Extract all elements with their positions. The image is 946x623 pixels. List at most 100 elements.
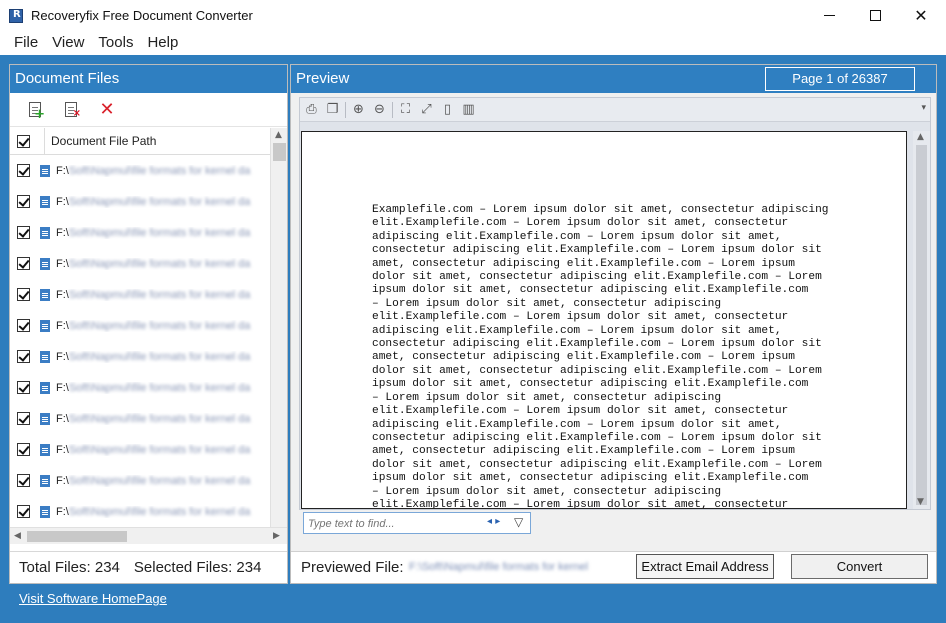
scroll-right-icon[interactable]: ▶: [273, 531, 280, 541]
preview-vertical-scrollbar[interactable]: ▲ ▼: [913, 131, 930, 509]
document-file-icon: [40, 257, 50, 270]
document-file-icon: [40, 474, 50, 487]
find-options-icon[interactable]: ▽: [514, 515, 523, 529]
file-row[interactable]: F:\Soft\Napmul\file formats for kernel d…: [10, 372, 270, 403]
copy-icon[interactable]: ❐: [324, 101, 341, 118]
file-checkbox[interactable]: [17, 474, 30, 487]
column-header-file-path[interactable]: Document File Path: [44, 127, 156, 155]
file-checkbox[interactable]: [17, 412, 30, 425]
select-all-checkbox[interactable]: [17, 134, 30, 148]
preview-page-text: Examplefile.com – Lorem ipsum dolor sit …: [372, 204, 829, 509]
file-row[interactable]: F:\Soft\Napmul\file formats for kernel d…: [10, 341, 270, 372]
clear-all-button[interactable]: ✕: [96, 99, 118, 121]
preview-scroll-thumb[interactable]: [916, 145, 927, 505]
remove-document-button[interactable]: ×: [60, 99, 82, 121]
menu-file[interactable]: File: [0, 32, 45, 54]
file-list-header: Document File Path: [10, 127, 270, 155]
single-page-icon[interactable]: ▯: [439, 101, 456, 118]
add-document-button[interactable]: +: [24, 99, 46, 121]
file-checkbox[interactable]: [17, 195, 30, 208]
document-files-title: Document Files: [10, 65, 287, 93]
file-path: F:\Soft\Napmul\file formats for kernel d…: [56, 381, 251, 394]
document-file-icon: [40, 412, 50, 425]
zoom-out-icon[interactable]: ⊖: [371, 101, 388, 118]
file-list-vertical-scrollbar[interactable]: ▲: [270, 128, 287, 530]
file-row[interactable]: F:\Soft\Napmul\file formats for kernel d…: [10, 465, 270, 496]
file-checkbox[interactable]: [17, 288, 30, 301]
file-path: F:\Soft\Napmul\file formats for kernel d…: [56, 226, 251, 239]
file-row[interactable]: F:\Soft\Napmul\file formats for kernel d…: [10, 434, 270, 465]
menu-help[interactable]: Help: [140, 32, 185, 54]
viewer-toolbar: ⎙ ❐ ⊕ ⊖ ⛶ ⤢ ▯ ▥ ▾: [300, 98, 930, 122]
file-row[interactable]: F:\Soft\Napmul\file formats for kernel d…: [10, 403, 270, 434]
clear-all-icon: ✕: [99, 99, 115, 120]
file-row[interactable]: F:\Soft\Napmul\file formats for kernel d…: [10, 155, 270, 186]
fit-page-icon[interactable]: ⛶: [397, 101, 414, 118]
visit-homepage-link[interactable]: Visit Software HomePage: [19, 591, 167, 606]
document-file-icon: [40, 195, 50, 208]
file-checkbox[interactable]: [17, 505, 30, 518]
document-file-icon: [40, 288, 50, 301]
previewed-file-label: Previewed File:: [301, 559, 404, 576]
find-prev-next-icon[interactable]: ◂ ▸: [487, 516, 500, 527]
file-path: F:\Soft\Napmul\file formats for kernel d…: [56, 195, 251, 208]
close-button[interactable]: ✕: [898, 0, 944, 31]
preview-title: Preview: [296, 70, 350, 87]
file-list-horizontal-scrollbar[interactable]: ◀ ▶: [10, 527, 287, 544]
menu-view[interactable]: View: [45, 32, 91, 54]
document-file-icon: [40, 164, 50, 177]
file-row[interactable]: F:\Soft\Napmul\file formats for kernel d…: [10, 217, 270, 248]
file-checkbox[interactable]: [17, 226, 30, 239]
file-checkbox[interactable]: [17, 319, 30, 332]
minimize-button[interactable]: [806, 0, 852, 31]
file-row[interactable]: F:\Soft\Napmul\file formats for kernel d…: [10, 279, 270, 310]
preview-footer: Previewed File: F:\Soft\Napmul\file form…: [291, 551, 936, 583]
find-text-input[interactable]: [308, 515, 483, 532]
file-path: F:\Soft\Napmul\file formats for kernel d…: [56, 412, 251, 425]
print-icon[interactable]: ⎙: [303, 101, 320, 118]
file-checkbox[interactable]: [17, 350, 30, 363]
menu-bar: File View Tools Help: [0, 32, 946, 54]
convert-button[interactable]: Convert: [791, 554, 928, 579]
selected-files-count: Selected Files: 234: [133, 559, 262, 576]
file-path: F:\Soft\Napmul\file formats for kernel d…: [56, 443, 251, 456]
file-row[interactable]: F:\Soft\Napmul\file formats for kernel d…: [10, 496, 270, 527]
file-checkbox[interactable]: [17, 257, 30, 270]
scroll-thumb[interactable]: [273, 143, 286, 161]
scroll-up-icon[interactable]: ▲: [275, 130, 282, 140]
page-indicator: Page 1 of 26387: [765, 67, 915, 91]
preview-scroll-up-icon[interactable]: ▲: [917, 132, 924, 142]
file-list: Document File Path F:\Soft\Napmul\file f…: [10, 127, 287, 595]
file-path: F:\Soft\Napmul\file formats for kernel d…: [56, 257, 251, 270]
preview-page: Examplefile.com – Lorem ipsum dolor sit …: [301, 131, 907, 509]
file-checkbox[interactable]: [17, 164, 30, 177]
menu-tools[interactable]: Tools: [91, 32, 140, 54]
expand-icon[interactable]: ⤢: [418, 101, 435, 118]
minimize-icon: [823, 15, 835, 16]
file-path: F:\Soft\Napmul\file formats for kernel d…: [56, 505, 251, 518]
zoom-in-icon[interactable]: ⊕: [350, 101, 367, 118]
two-page-icon[interactable]: ▥: [460, 101, 477, 118]
find-bar: ◂ ▸ ▽: [303, 512, 531, 534]
preview-header: Preview Page 1 of 26387: [291, 65, 936, 93]
app-logo-icon: [9, 9, 23, 23]
title-bar: Recoveryfix Free Document Converter ✕: [0, 0, 946, 32]
maximize-button[interactable]: [852, 0, 898, 31]
preview-scroll-down-icon[interactable]: ▼: [917, 497, 924, 507]
file-stats: Total Files: 234 Selected Files: 234: [10, 551, 287, 583]
toolbar-options-icon[interactable]: ▾: [921, 103, 926, 113]
horizontal-scroll-thumb[interactable]: [27, 531, 127, 542]
extract-email-button[interactable]: Extract Email Address: [636, 554, 774, 579]
file-row[interactable]: F:\Soft\Napmul\file formats for kernel d…: [10, 248, 270, 279]
close-icon: ✕: [914, 6, 928, 25]
file-path: F:\Soft\Napmul\file formats for kernel d…: [56, 319, 251, 332]
scroll-left-icon[interactable]: ◀: [14, 531, 21, 541]
file-row[interactable]: F:\Soft\Napmul\file formats for kernel d…: [10, 186, 270, 217]
file-row[interactable]: F:\Soft\Napmul\file formats for kernel d…: [10, 310, 270, 341]
file-checkbox[interactable]: [17, 381, 30, 394]
file-path: F:\Soft\Napmul\file formats for kernel d…: [56, 350, 251, 363]
document-file-icon: [40, 226, 50, 239]
file-rows: F:\Soft\Napmul\file formats for kernel d…: [10, 155, 287, 527]
file-checkbox[interactable]: [17, 443, 30, 456]
document-files-panel: Document Files + × ✕ Document File Path …: [9, 64, 288, 584]
